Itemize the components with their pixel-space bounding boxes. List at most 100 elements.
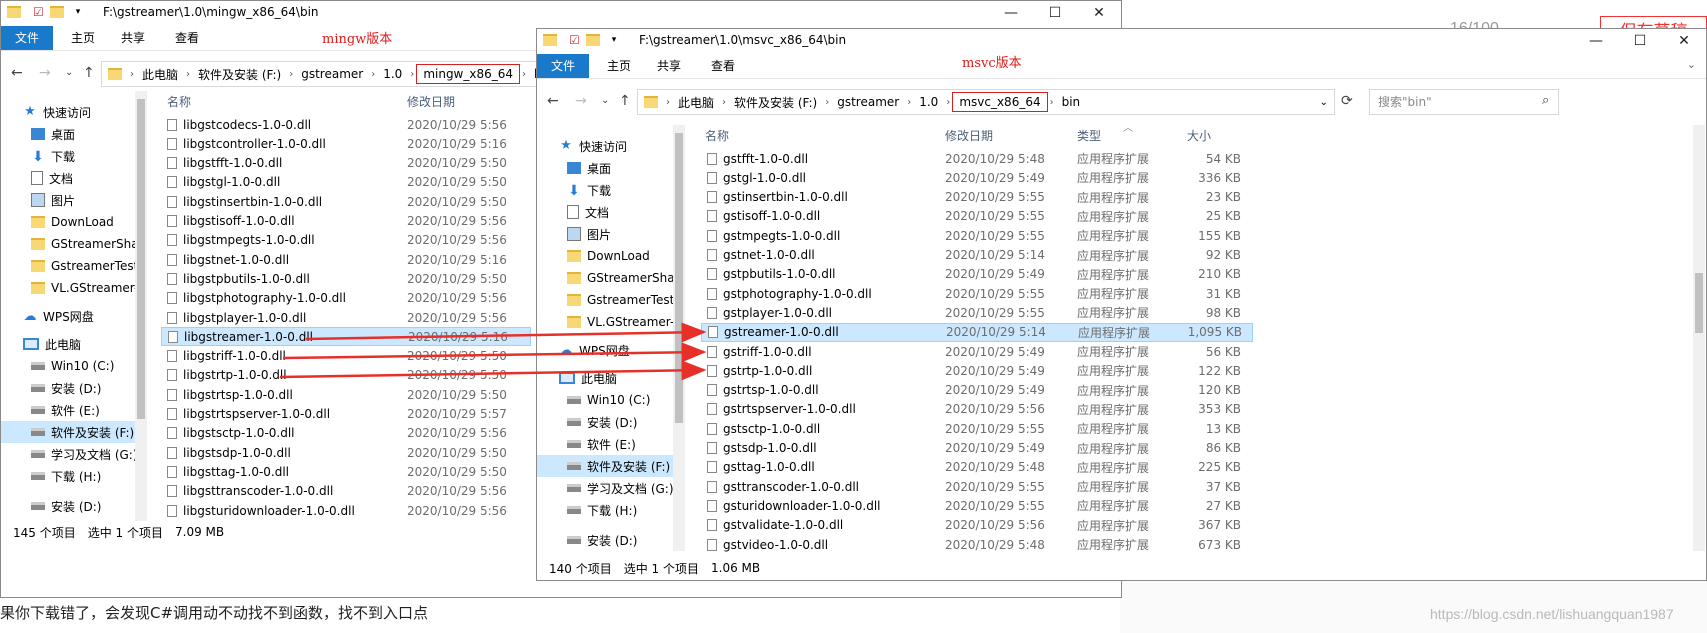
properties-icon[interactable]: ☑ bbox=[33, 5, 44, 19]
file-row[interactable]: libgsttag-1.0-0.dll 2020/10/29 5:50 bbox=[161, 462, 537, 481]
file-row[interactable]: libgstphotography-1.0-0.dll 2020/10/29 5:… bbox=[161, 289, 537, 308]
nav-item[interactable]: 文档✎ bbox=[537, 201, 677, 223]
nav-item[interactable]: 软件 (E:) bbox=[1, 399, 147, 421]
column-header-name[interactable]: 名称 bbox=[167, 91, 191, 113]
file-row[interactable]: libgstisoff-1.0-0.dll 2020/10/29 5:56 bbox=[161, 212, 537, 231]
column-header-date[interactable]: 修改日期 bbox=[945, 125, 993, 147]
maximize-button[interactable]: ☐ bbox=[1618, 29, 1662, 53]
nav-item[interactable]: 下载 (H:) bbox=[537, 499, 677, 521]
chevron-down-icon[interactable]: ▾ bbox=[76, 7, 81, 17]
back-arrow-icon[interactable]: ← bbox=[11, 65, 23, 81]
file-row[interactable]: gstrtp-1.0-0.dll 2020/10/29 5:49 应用程序扩展 122… bbox=[701, 361, 1259, 380]
file-row[interactable]: libgstriff-1.0-0.dll 2020/10/29 5:50 bbox=[161, 347, 537, 366]
crumb-version[interactable]: 1.0 bbox=[913, 95, 944, 109]
file-row[interactable]: gsttranscoder-1.0-0.dll 2020/10/29 5:55 应用… bbox=[701, 477, 1259, 496]
refresh-icon[interactable]: ⟳ bbox=[1341, 93, 1353, 109]
file-row[interactable]: libgstnet-1.0-0.dll 2020/10/29 5:16 bbox=[161, 250, 537, 269]
nav-item[interactable]: 学习及文档 (G:) bbox=[537, 477, 677, 499]
nav-item[interactable]: 此电脑 bbox=[1, 333, 147, 355]
breadcrumb[interactable]: › 此电脑 › 软件及安装 (F:) › gstreamer › 1.0 › msvc_… bbox=[637, 89, 1335, 115]
file-row[interactable]: libgstcodecs-1.0-0.dll 2020/10/29 5:56 bbox=[161, 115, 537, 134]
up-arrow-icon[interactable]: ↑ bbox=[83, 65, 95, 81]
nav-item[interactable]: 安装 (D:) bbox=[1, 377, 147, 399]
crumb-version[interactable]: 1.0 bbox=[377, 67, 408, 81]
file-row[interactable]: libgstsdp-1.0-0.dll 2020/10/29 5:50 bbox=[161, 443, 537, 462]
nav-item[interactable]: 软件及安装 (F:) bbox=[1, 421, 147, 443]
close-button[interactable]: ✕ bbox=[1077, 1, 1121, 25]
nav-item[interactable]: VL.GStreamer-m bbox=[537, 311, 677, 333]
crumb-this-pc[interactable]: 此电脑 bbox=[136, 66, 184, 83]
file-row[interactable]: gstplayer-1.0-0.dll 2020/10/29 5:55 应用程序扩展… bbox=[701, 303, 1259, 322]
new-folder-icon[interactable] bbox=[49, 6, 64, 18]
nav-item[interactable]: DownLoad bbox=[1, 211, 147, 233]
recent-chevron-icon[interactable]: ⌄ bbox=[601, 95, 609, 106]
nav-item[interactable]: 下载 (H:) bbox=[1, 465, 147, 487]
nav-item[interactable]: 桌面✎ bbox=[537, 157, 677, 179]
file-row[interactable]: gstpbutils-1.0-0.dll 2020/10/29 5:49 应用程序扩… bbox=[701, 265, 1259, 284]
tab-file[interactable]: 文件 bbox=[1, 26, 53, 50]
file-row[interactable]: gstinsertbin-1.0-0.dll 2020/10/29 5:55 应用程… bbox=[701, 188, 1259, 207]
nav-scrollbar[interactable] bbox=[673, 125, 685, 551]
tab-home[interactable]: 主页 bbox=[599, 54, 639, 78]
file-row[interactable]: libgstrtspserver-1.0-0.dll 2020/10/29 5:5… bbox=[161, 405, 537, 424]
file-row[interactable]: gstrtsp-1.0-0.dll 2020/10/29 5:49 应用程序扩展 12… bbox=[701, 381, 1259, 400]
nav-item[interactable]: 图片✎ bbox=[537, 223, 677, 245]
file-row[interactable]: libgstpbutils-1.0-0.dll 2020/10/29 5:50 bbox=[161, 269, 537, 288]
nav-item[interactable]: DownLoad bbox=[537, 245, 677, 267]
file-row[interactable]: gstisoff-1.0-0.dll 2020/10/29 5:55 应用程序扩展 2… bbox=[701, 207, 1259, 226]
file-row[interactable]: libgstgl-1.0-0.dll 2020/10/29 5:50 bbox=[161, 173, 537, 192]
nav-item[interactable]: 安装 (D:) bbox=[537, 529, 677, 551]
nav-item[interactable]: VL.GStreamer-m bbox=[1, 277, 147, 299]
maximize-button[interactable]: ☐ bbox=[1033, 1, 1077, 25]
tab-view[interactable]: 查看 bbox=[703, 54, 743, 78]
properties-icon[interactable]: ☑ bbox=[569, 33, 580, 47]
tab-view[interactable]: 查看 bbox=[167, 26, 207, 50]
forward-arrow-icon[interactable]: → bbox=[39, 65, 51, 81]
crumb-msvc-highlighted[interactable]: msvc_x86_64 bbox=[952, 92, 1048, 112]
file-row[interactable]: libgsttranscoder-1.0-0.dll 2020/10/29 5:5… bbox=[161, 482, 537, 501]
tab-home[interactable]: 主页 bbox=[63, 26, 103, 50]
list-scrollbar[interactable] bbox=[1693, 125, 1705, 551]
new-folder-icon[interactable] bbox=[585, 34, 600, 46]
crumb-gstreamer[interactable]: gstreamer bbox=[831, 95, 905, 109]
nav-item[interactable]: ☁ WPS网盘 bbox=[537, 339, 677, 361]
expand-ribbon-chevron-icon[interactable]: ⌄ bbox=[1687, 58, 1696, 71]
recent-chevron-icon[interactable]: ⌄ bbox=[65, 67, 73, 78]
nav-scrollbar[interactable] bbox=[135, 91, 147, 521]
column-header-date[interactable]: 修改日期 bbox=[407, 91, 455, 113]
nav-item[interactable]: 文档✎ bbox=[1, 167, 147, 189]
file-row[interactable]: gstmpegts-1.0-0.dll 2020/10/29 5:55 应用程序扩展… bbox=[701, 226, 1259, 245]
address-dropdown-icon[interactable]: ⌄ bbox=[1320, 97, 1328, 108]
file-row[interactable]: gstphotography-1.0-0.dll 2020/10/29 5:55 应… bbox=[701, 284, 1259, 303]
nav-item[interactable]: 安装 (D:) bbox=[537, 411, 677, 433]
nav-item[interactable]: ★ 快速访问 bbox=[1, 101, 147, 123]
file-row[interactable]: gsturidownloader-1.0-0.dll 2020/10/29 5:5… bbox=[701, 496, 1259, 515]
crumb-drive-f[interactable]: 软件及安装 (F:) bbox=[192, 66, 287, 83]
file-row[interactable]: gstnet-1.0-0.dll 2020/10/29 5:14 应用程序扩展 92 … bbox=[701, 246, 1259, 265]
forward-arrow-icon[interactable]: → bbox=[575, 93, 587, 109]
crumb-this-pc[interactable]: 此电脑 bbox=[672, 94, 720, 111]
tab-file[interactable]: 文件 bbox=[537, 54, 589, 78]
minimize-button[interactable]: — bbox=[989, 1, 1033, 25]
file-row[interactable]: gstsctp-1.0-0.dll 2020/10/29 5:55 应用程序扩展 13… bbox=[701, 419, 1259, 438]
file-row[interactable]: gstreamer-1.0-0.dll 2020/10/29 5:14 应用程序扩展… bbox=[701, 322, 1253, 342]
tab-share[interactable]: 共享 bbox=[113, 26, 153, 50]
file-row[interactable]: gstsdp-1.0-0.dll 2020/10/29 5:49 应用程序扩展 86 … bbox=[701, 439, 1259, 458]
nav-item[interactable]: 学习及文档 (G:) bbox=[1, 443, 147, 465]
nav-item[interactable]: 桌面✎ bbox=[1, 123, 147, 145]
back-arrow-icon[interactable]: ← bbox=[547, 93, 559, 109]
nav-item[interactable]: ⬇下载✎ bbox=[1, 145, 147, 167]
file-row[interactable]: gstriff-1.0-0.dll 2020/10/29 5:49 应用程序扩展 56… bbox=[701, 342, 1259, 361]
nav-item[interactable]: GStreamerSharp bbox=[537, 267, 677, 289]
file-row[interactable]: libgstcontroller-1.0-0.dll 2020/10/29 5:1… bbox=[161, 134, 537, 153]
file-row[interactable]: libgsturidownloader-1.0-0.dll 2020/10/29 … bbox=[161, 501, 537, 520]
file-row[interactable]: libgstreamer-1.0-0.dll 2020/10/29 5:16 bbox=[161, 327, 531, 347]
nav-item[interactable]: Win10 (C:) bbox=[1, 355, 147, 377]
file-row[interactable]: gstgl-1.0-0.dll 2020/10/29 5:49 应用程序扩展 336 … bbox=[701, 168, 1259, 187]
search-input[interactable]: 搜索"bin" bbox=[1369, 89, 1559, 115]
crumb-gstreamer[interactable]: gstreamer bbox=[295, 67, 369, 81]
nav-item[interactable]: GstreamerTest bbox=[537, 289, 677, 311]
nav-item[interactable]: Win10 (C:) bbox=[537, 389, 677, 411]
search-icon[interactable]: ⌕ bbox=[1542, 93, 1549, 108]
nav-item[interactable]: 软件 (E:) bbox=[537, 433, 677, 455]
